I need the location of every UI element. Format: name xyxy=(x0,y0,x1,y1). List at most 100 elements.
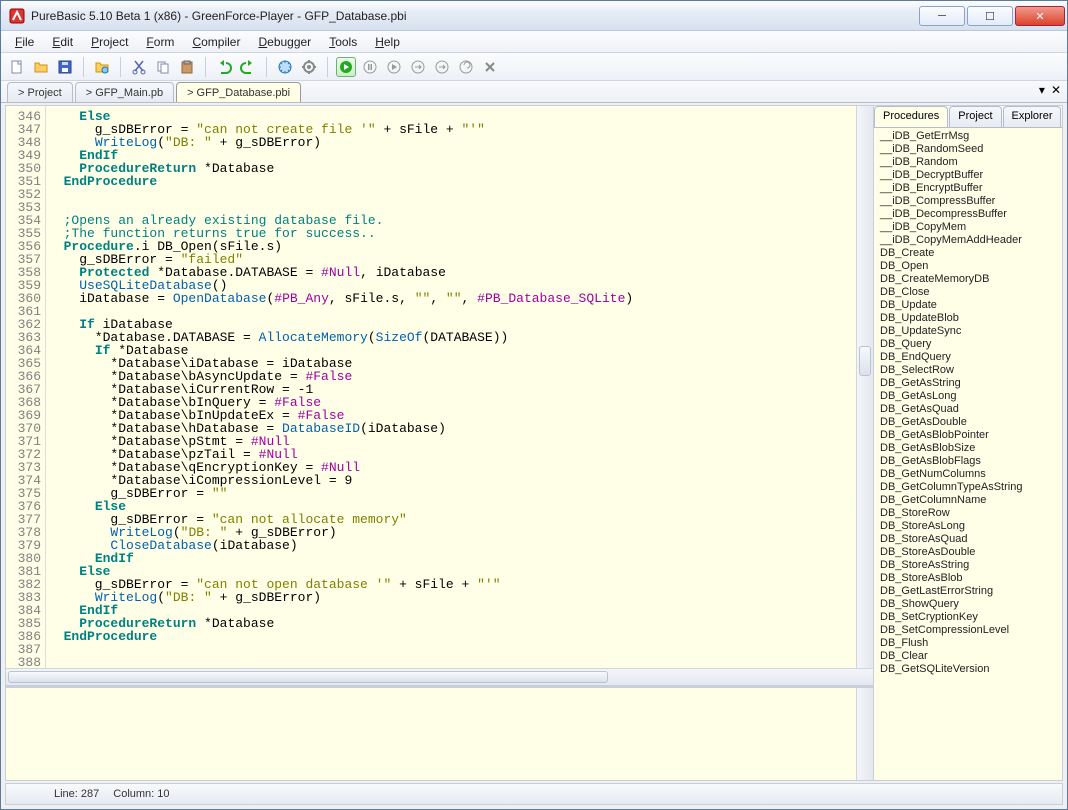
side-tab-project[interactable]: Project xyxy=(949,106,1001,127)
procedure-item[interactable]: DB_GetNumColumns xyxy=(874,468,1062,481)
minimize-button[interactable]: ─ xyxy=(919,6,965,26)
procedure-item[interactable]: DB_GetAsBlobSize xyxy=(874,442,1062,455)
menu-file[interactable]: File xyxy=(7,33,42,51)
open-file-button[interactable] xyxy=(31,57,51,77)
cut-button[interactable] xyxy=(129,57,149,77)
window-title: PureBasic 5.10 Beta 1 (x86) - GreenForce… xyxy=(31,9,407,23)
editor-hscrollbar[interactable] xyxy=(6,668,873,685)
side-panel: ProceduresProjectExplorer __iDB_GetErrMs… xyxy=(874,106,1062,780)
stop-button[interactable] xyxy=(384,57,404,77)
procedure-item[interactable]: DB_ShowQuery xyxy=(874,598,1062,611)
menu-form[interactable]: Form xyxy=(138,33,182,51)
new-file-button[interactable] xyxy=(7,57,27,77)
redo-button[interactable] xyxy=(238,57,258,77)
menu-edit[interactable]: Edit xyxy=(44,33,81,51)
procedure-item[interactable]: DB_StoreAsString xyxy=(874,559,1062,572)
procedure-list[interactable]: __iDB_GetErrMsg__iDB_RandomSeed__iDB_Ran… xyxy=(874,128,1062,780)
procedure-item[interactable]: DB_UpdateBlob xyxy=(874,312,1062,325)
procedure-item[interactable]: __iDB_Random xyxy=(874,156,1062,169)
code-text[interactable]: Else g_sDBError = "can not create file '… xyxy=(46,106,856,668)
editor-tab[interactable]: > Project xyxy=(7,82,73,102)
procedure-item[interactable]: DB_StoreAsQuad xyxy=(874,533,1062,546)
compile-button[interactable] xyxy=(275,57,295,77)
run-button[interactable] xyxy=(336,57,356,77)
tab-dropdown-icon[interactable]: ▾ xyxy=(1039,83,1045,97)
undo-button[interactable] xyxy=(214,57,234,77)
procedure-item[interactable]: DB_GetAsBlobFlags xyxy=(874,455,1062,468)
procedure-item[interactable]: DB_GetAsBlobPointer xyxy=(874,429,1062,442)
procedure-item[interactable]: DB_Clear xyxy=(874,650,1062,663)
procedure-item[interactable]: DB_SetCryptionKey xyxy=(874,611,1062,624)
procedure-item[interactable]: DB_Update xyxy=(874,299,1062,312)
step-button[interactable] xyxy=(408,57,428,77)
procedure-item[interactable]: DB_UpdateSync xyxy=(874,325,1062,338)
procedure-item[interactable]: DB_StoreAsDouble xyxy=(874,546,1062,559)
menu-compiler[interactable]: Compiler xyxy=(184,33,248,51)
procedure-item[interactable]: DB_StoreAsBlob xyxy=(874,572,1062,585)
pause-button[interactable] xyxy=(360,57,380,77)
procedure-item[interactable]: __iDB_CopyMemAddHeader xyxy=(874,234,1062,247)
step-out-button[interactable] xyxy=(456,57,476,77)
procedure-item[interactable]: DB_StoreAsLong xyxy=(874,520,1062,533)
procedure-item[interactable]: DB_StoreRow xyxy=(874,507,1062,520)
procedure-item[interactable]: __iDB_DecryptBuffer xyxy=(874,169,1062,182)
maximize-button[interactable]: ☐ xyxy=(967,6,1013,26)
procedure-item[interactable]: DB_GetAsQuad xyxy=(874,403,1062,416)
tab-close-icon[interactable]: ✕ xyxy=(1051,83,1061,97)
procedure-item[interactable]: DB_SetCompressionLevel xyxy=(874,624,1062,637)
status-bar: Line: 287 Column: 10 xyxy=(5,783,1063,805)
side-tab-explorer[interactable]: Explorer xyxy=(1003,106,1062,127)
menu-debugger[interactable]: Debugger xyxy=(250,33,319,51)
procedure-item[interactable]: DB_SelectRow xyxy=(874,364,1062,377)
output-vscrollbar[interactable] xyxy=(856,688,873,780)
save-button[interactable] xyxy=(55,57,75,77)
procedure-item[interactable]: DB_Query xyxy=(874,338,1062,351)
procedure-item[interactable]: DB_GetSQLiteVersion xyxy=(874,663,1062,676)
status-column: Column: 10 xyxy=(113,788,183,800)
procedure-item[interactable]: DB_CreateMemoryDB xyxy=(874,273,1062,286)
titlebar: PureBasic 5.10 Beta 1 (x86) - GreenForce… xyxy=(1,1,1067,31)
open-project-button[interactable] xyxy=(92,57,112,77)
procedure-item[interactable]: __iDB_RandomSeed xyxy=(874,143,1062,156)
app-window: PureBasic 5.10 Beta 1 (x86) - GreenForce… xyxy=(0,0,1068,810)
procedure-item[interactable]: DB_Create xyxy=(874,247,1062,260)
procedure-item[interactable]: DB_GetColumnName xyxy=(874,494,1062,507)
procedure-item[interactable]: DB_GetColumnTypeAsString xyxy=(874,481,1062,494)
procedure-item[interactable]: __iDB_CopyMem xyxy=(874,221,1062,234)
line-gutter: 346 347 348 349 350 351 352 353 354 355 … xyxy=(6,106,46,668)
editor-tabs: > Project> GFP_Main.pb> GFP_Database.pbi… xyxy=(1,81,1067,103)
procedure-item[interactable]: __iDB_CompressBuffer xyxy=(874,195,1062,208)
procedure-item[interactable]: DB_GetAsDouble xyxy=(874,416,1062,429)
editor-tab[interactable]: > GFP_Database.pbi xyxy=(176,82,301,102)
menubar: FileEditProjectFormCompilerDebuggerTools… xyxy=(1,31,1067,53)
step-over-button[interactable] xyxy=(432,57,452,77)
paste-button[interactable] xyxy=(177,57,197,77)
toolbar xyxy=(1,53,1067,81)
procedure-item[interactable]: DB_GetAsLong xyxy=(874,390,1062,403)
side-tab-procedures[interactable]: Procedures xyxy=(874,106,948,127)
menu-tools[interactable]: Tools xyxy=(321,33,365,51)
output-pane[interactable] xyxy=(6,685,873,780)
procedure-item[interactable]: DB_GetLastErrorString xyxy=(874,585,1062,598)
procedure-item[interactable]: __iDB_EncryptBuffer xyxy=(874,182,1062,195)
procedure-item[interactable]: DB_EndQuery xyxy=(874,351,1062,364)
compile-options-button[interactable] xyxy=(299,57,319,77)
procedure-item[interactable]: DB_Close xyxy=(874,286,1062,299)
menu-help[interactable]: Help xyxy=(367,33,408,51)
code-editor[interactable]: 346 347 348 349 350 351 352 353 354 355 … xyxy=(6,106,873,668)
app-icon xyxy=(9,8,25,24)
procedure-item[interactable]: DB_Flush xyxy=(874,637,1062,650)
kill-button[interactable] xyxy=(480,57,500,77)
editor-tab[interactable]: > GFP_Main.pb xyxy=(75,82,174,102)
close-button[interactable]: ✕ xyxy=(1015,6,1065,26)
procedure-item[interactable]: __iDB_DecompressBuffer xyxy=(874,208,1062,221)
side-tabs: ProceduresProjectExplorer xyxy=(874,106,1062,128)
menu-project[interactable]: Project xyxy=(83,33,136,51)
editor-vscrollbar[interactable] xyxy=(856,106,873,668)
status-line: Line: 287 xyxy=(54,788,113,800)
procedure-item[interactable]: DB_GetAsString xyxy=(874,377,1062,390)
copy-button[interactable] xyxy=(153,57,173,77)
procedure-item[interactable]: DB_Open xyxy=(874,260,1062,273)
main-split: 346 347 348 349 350 351 352 353 354 355 … xyxy=(5,105,1063,781)
procedure-item[interactable]: __iDB_GetErrMsg xyxy=(874,130,1062,143)
